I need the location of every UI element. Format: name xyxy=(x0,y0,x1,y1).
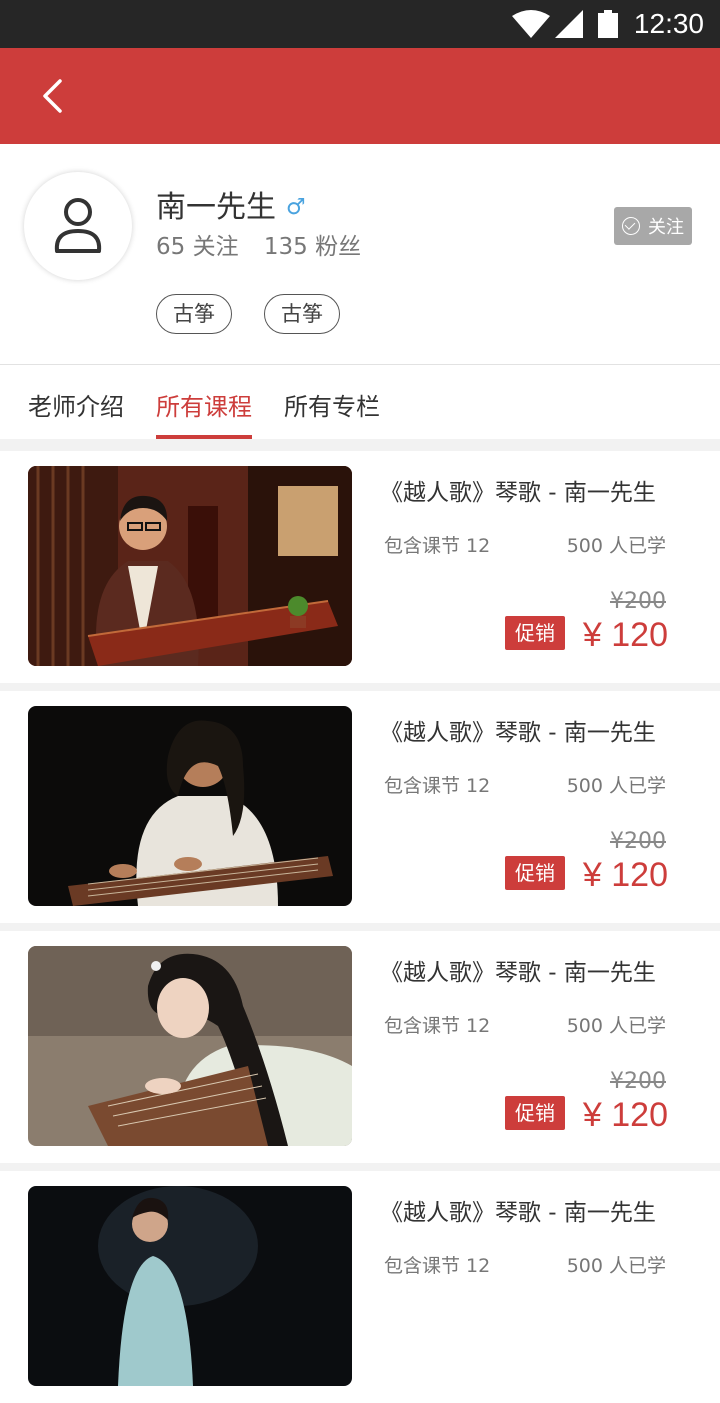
status-bar: 12:30 xyxy=(0,0,720,48)
sale-price: ¥ 120 xyxy=(582,616,668,654)
course-thumbnail[interactable] xyxy=(28,706,352,906)
original-price: ¥200 xyxy=(610,829,666,854)
avatar[interactable] xyxy=(24,172,132,280)
follow-label: 关注 xyxy=(648,217,684,238)
back-button[interactable] xyxy=(24,68,80,124)
follow-button[interactable]: 关注 xyxy=(614,207,692,245)
course-learners: 500 人已学 xyxy=(566,1255,666,1277)
tab-teacher-intro[interactable]: 老师介绍 xyxy=(28,387,124,439)
course-lessons: 包含课节 12 xyxy=(384,1015,491,1037)
divider xyxy=(0,923,720,931)
male-icon: ♂ xyxy=(286,195,306,220)
original-price: ¥200 xyxy=(610,1069,666,1094)
tab-label: 老师介绍 xyxy=(28,393,124,421)
promo-badge: 促销 xyxy=(505,616,565,650)
signal-icon xyxy=(555,10,583,38)
teacher-name-row: 南一先生 ♂ xyxy=(156,188,306,228)
status-time: 12:30 xyxy=(633,8,704,39)
tab-all-columns[interactable]: 所有专栏 xyxy=(284,387,380,439)
course-learners: 500 人已学 xyxy=(566,775,666,797)
course-card[interactable]: 《越人歌》琴歌 - 南一先生 包含课节 12 500 人已学 xyxy=(0,1171,720,1403)
promo-badge: 促销 xyxy=(505,1096,565,1130)
course-thumbnail[interactable] xyxy=(28,946,352,1146)
course-card[interactable]: 《越人歌》琴歌 - 南一先生 包含课节 12 500 人已学 ¥200 促销 ¥… xyxy=(0,931,720,1163)
following-count[interactable]: 65 关注 xyxy=(156,234,239,260)
followers-count[interactable]: 135 粉丝 xyxy=(264,234,361,260)
tag-chip[interactable]: 古筝 xyxy=(264,294,340,334)
course-card[interactable]: 《越人歌》琴歌 - 南一先生 包含课节 12 500 人已学 ¥200 促销 ¥… xyxy=(0,451,720,683)
teacher-profile: 南一先生 ♂ 65 关注 135 粉丝 关注 古筝 古筝 xyxy=(0,144,720,365)
teacher-name: 南一先生 xyxy=(156,190,276,225)
tab-bar: 老师介绍 所有课程 所有专栏 xyxy=(0,365,720,439)
course-card[interactable]: 《越人歌》琴歌 - 南一先生 包含课节 12 500 人已学 ¥200 促销 ¥… xyxy=(0,691,720,923)
promo-badge: 促销 xyxy=(505,856,565,890)
chevron-left-icon xyxy=(43,79,62,113)
course-title: 《越人歌》琴歌 - 南一先生 xyxy=(380,960,656,986)
sale-price: ¥ 120 xyxy=(582,1096,668,1134)
app-bar xyxy=(0,48,720,144)
course-lessons: 包含课节 12 xyxy=(384,535,491,557)
tag-chip[interactable]: 古筝 xyxy=(156,294,232,334)
battery-icon xyxy=(598,10,618,38)
tab-label: 所有课程 xyxy=(156,393,252,421)
course-title: 《越人歌》琴歌 - 南一先生 xyxy=(380,720,656,746)
course-learners: 500 人已学 xyxy=(566,1015,666,1037)
user-icon xyxy=(54,198,102,253)
check-circle-icon xyxy=(622,217,640,235)
wifi-icon xyxy=(512,10,550,38)
teacher-tags: 古筝 古筝 xyxy=(156,294,340,334)
course-lessons: 包含课节 12 xyxy=(384,775,491,797)
course-list: 《越人歌》琴歌 - 南一先生 包含课节 12 500 人已学 ¥200 促销 ¥… xyxy=(0,451,720,1403)
sale-price: ¥ 120 xyxy=(582,856,668,894)
divider xyxy=(0,439,720,451)
divider xyxy=(0,1163,720,1171)
course-lessons: 包含课节 12 xyxy=(384,1255,491,1277)
course-title: 《越人歌》琴歌 - 南一先生 xyxy=(380,1200,656,1226)
course-title: 《越人歌》琴歌 - 南一先生 xyxy=(380,480,656,506)
course-thumbnail[interactable] xyxy=(28,466,352,666)
tab-all-courses[interactable]: 所有课程 xyxy=(156,387,252,439)
tab-label: 所有专栏 xyxy=(284,393,380,421)
divider xyxy=(0,683,720,691)
course-thumbnail[interactable] xyxy=(28,1186,352,1386)
original-price: ¥200 xyxy=(610,589,666,614)
follow-stats: 65 关注 135 粉丝 xyxy=(156,230,379,264)
course-learners: 500 人已学 xyxy=(566,535,666,557)
